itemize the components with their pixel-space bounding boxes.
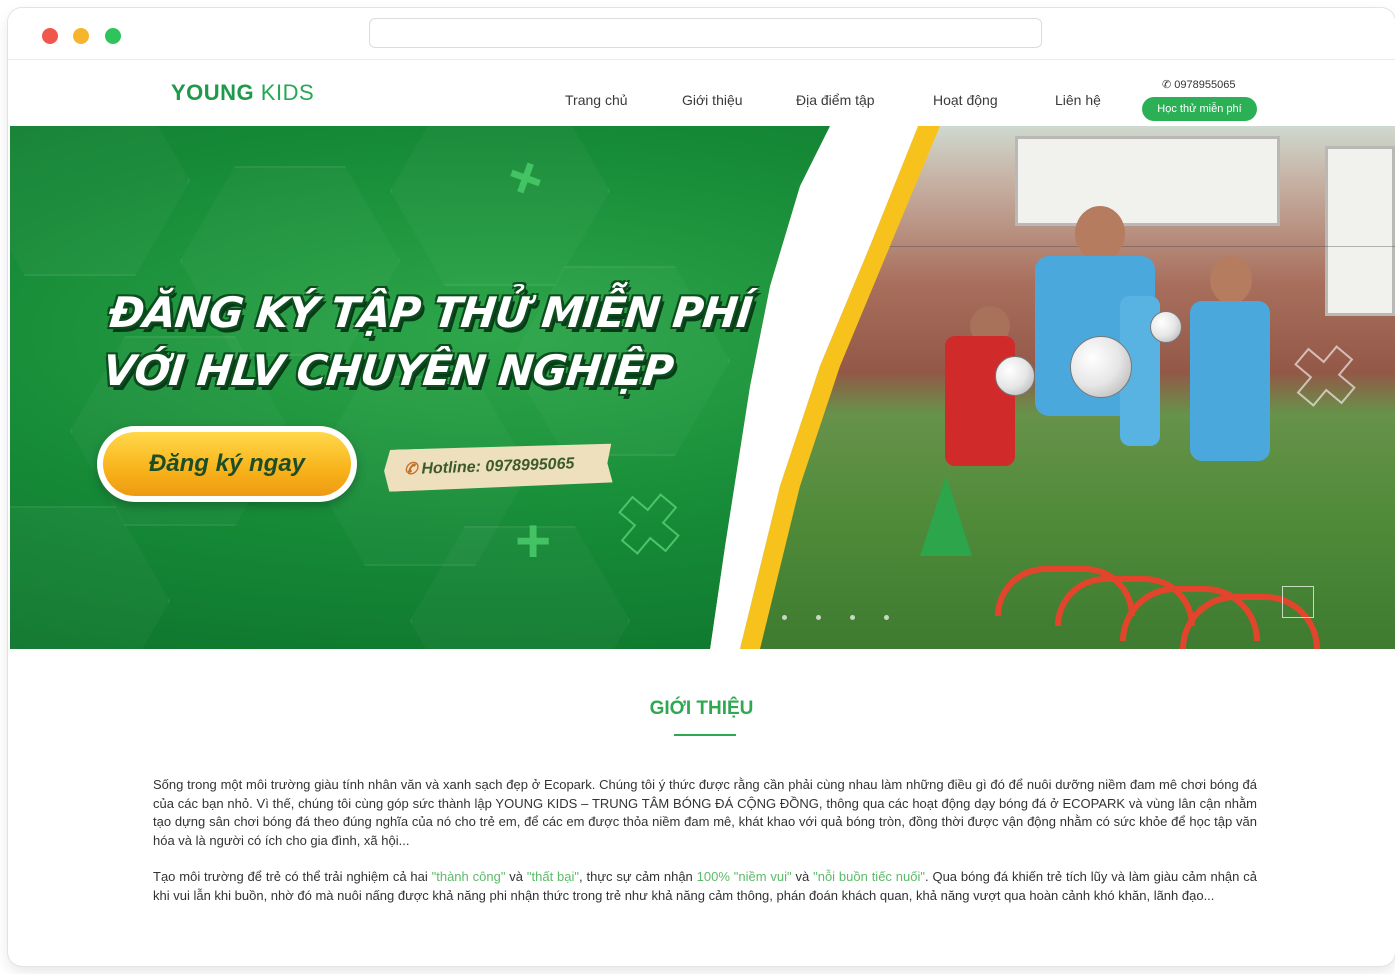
- header-phone-number: 0978955065: [1174, 79, 1236, 91]
- logo-text-light: KIDS: [254, 80, 315, 105]
- hero-headline: ĐĂNG KÝ TẬP THỬ MIỄN PHÍ VỚI HLV CHUYÊN …: [100, 284, 755, 400]
- hotline-text: Hotline: 0978995065: [421, 455, 575, 478]
- football: [1070, 336, 1132, 398]
- site-logo[interactable]: YOUNG KIDS: [171, 80, 314, 106]
- hero-headline-line2: VỚI HLV CHUYÊN NGHIỆP: [100, 346, 676, 395]
- browser-window: YOUNG KIDS Trang chủ Giới thiệu Địa điểm…: [8, 8, 1395, 966]
- address-bar[interactable]: [369, 18, 1042, 48]
- nav-item-about[interactable]: Giới thiệu: [682, 92, 743, 108]
- phone-icon: ✆: [403, 460, 418, 479]
- register-now-button[interactable]: Đăng ký ngay: [97, 426, 357, 502]
- nav-item-activities[interactable]: Hoạt động: [933, 92, 998, 108]
- register-now-label: Đăng ký ngay: [103, 432, 351, 496]
- carousel-dot[interactable]: [884, 615, 889, 620]
- hero-banner: + + ĐĂNG KÝ TẬP THỬ MIỄN PHÍ VỚI HLV CHU…: [10, 126, 1395, 649]
- highlight-success: "thành công": [431, 869, 506, 884]
- close-window-button[interactable]: [42, 28, 58, 44]
- training-cone: [920, 476, 972, 556]
- site-header: YOUNG KIDS Trang chủ Giới thiệu Địa điểm…: [8, 60, 1395, 126]
- football: [995, 356, 1035, 396]
- highlight-joy: 100% "niềm vui": [696, 869, 792, 884]
- browser-chrome: [8, 8, 1395, 60]
- title-underline: [674, 734, 736, 736]
- carousel-dot[interactable]: [816, 615, 821, 620]
- nav-item-contact[interactable]: Liên hệ: [1055, 92, 1101, 108]
- intro-paragraph-1: Sống trong một môi trường giàu tính nhân…: [153, 777, 1257, 848]
- building-window: [1325, 146, 1395, 316]
- carousel-dot[interactable]: [850, 615, 855, 620]
- plus-decoration-icon: +: [515, 507, 552, 576]
- highlight-regret: "nỗi buồn tiếc nuối": [813, 869, 925, 884]
- section-title-intro: GIỚI THIỆU: [649, 698, 754, 719]
- logo-text-bold: YOUNG: [171, 80, 255, 105]
- hero-headline-line1: ĐĂNG KÝ TẬP THỬ MIỄN PHÍ: [106, 288, 755, 337]
- plus-outline-icon: [1294, 345, 1356, 407]
- football: [1150, 311, 1182, 343]
- nav-item-home[interactable]: Trang chủ: [565, 92, 628, 108]
- highlight-failure: "thất bại": [526, 869, 580, 884]
- phone-icon: ✆: [1162, 79, 1172, 91]
- carousel-dot[interactable]: [782, 615, 787, 620]
- free-trial-button[interactable]: Học thử miễn phí: [1142, 97, 1257, 121]
- minimize-window-button[interactable]: [73, 28, 89, 44]
- header-phone[interactable]: ✆ 0978955065: [1162, 78, 1235, 91]
- maximize-window-button[interactable]: [105, 28, 121, 44]
- square-decoration: [1282, 586, 1314, 618]
- intro-paragraph-2: Tạo môi trường để trẻ có thể trải nghiệm…: [153, 869, 1257, 903]
- building-window: [1015, 136, 1280, 226]
- nav-item-locations[interactable]: Địa điểm tập: [796, 92, 875, 108]
- plus-outline-icon: [618, 493, 680, 555]
